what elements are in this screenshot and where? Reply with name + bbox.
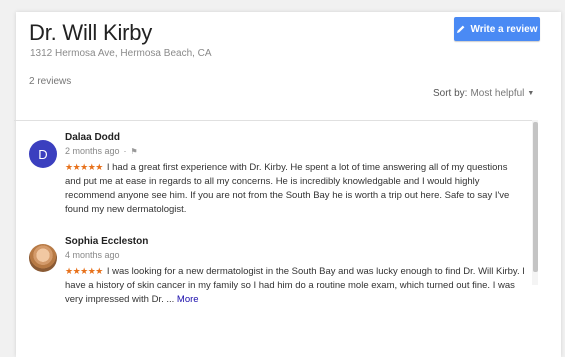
more-link[interactable]: More xyxy=(177,294,199,305)
flag-icon[interactable]: ⚑ xyxy=(131,147,138,156)
review-time: 2 months ago xyxy=(65,146,120,156)
star-rating: ★★★★★ xyxy=(65,266,103,276)
separator: · xyxy=(123,146,127,156)
review-count: 2 reviews xyxy=(29,76,72,87)
avatar[interactable]: D xyxy=(29,140,57,168)
star-rating: ★★★★★ xyxy=(65,162,103,172)
sort-dropdown[interactable]: Sort by: Most helpful ▼ xyxy=(433,88,534,99)
divider xyxy=(14,120,538,121)
review-time: 4 months ago xyxy=(65,250,120,260)
scrollbar-thumb[interactable] xyxy=(533,122,538,272)
review-text-block: ★★★★★ I was looking for a new dermatologi… xyxy=(65,264,525,307)
reviewer-name[interactable]: Dalaa Dodd xyxy=(65,132,525,143)
review-text: I had a great first experience with Dr. … xyxy=(65,162,510,215)
place-title: Dr. Will Kirby xyxy=(29,20,153,45)
review-text-block: ★★★★★ I had a great first experience with… xyxy=(65,160,525,217)
avatar[interactable] xyxy=(29,244,57,272)
write-review-label: Write a review xyxy=(470,23,538,35)
write-review-button[interactable]: Write a review xyxy=(454,17,540,41)
review-text: I was looking for a new dermatologist in… xyxy=(65,266,525,305)
chevron-down-icon: ▼ xyxy=(527,90,535,97)
sort-value: Most helpful xyxy=(470,88,525,99)
reviewer-name[interactable]: Sophia Eccleston xyxy=(65,236,525,247)
sort-label: Sort by: xyxy=(433,88,468,99)
place-address: 1312 Hermosa Ave, Hermosa Beach, CA xyxy=(30,48,212,59)
pencil-icon xyxy=(457,25,465,33)
